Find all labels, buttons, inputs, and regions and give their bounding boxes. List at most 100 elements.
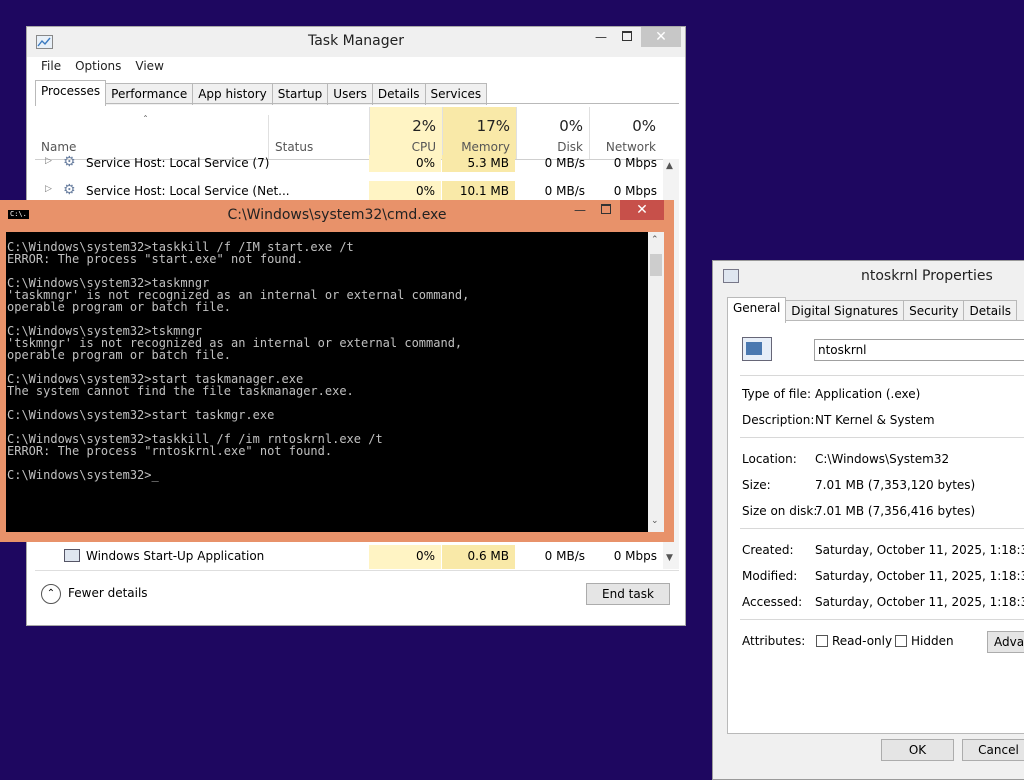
console-area[interactable]: C:\Windows\system32>taskkill /f /IM star… — [6, 232, 648, 532]
column-name[interactable]: Name — [41, 140, 76, 154]
modified-value: Saturday, October 11, 2025, 1:18:38 AM — [815, 569, 1024, 583]
tab-app-history[interactable]: App history — [192, 83, 273, 105]
ok-button[interactable]: OK — [881, 739, 954, 761]
tab-startup[interactable]: Startup — [271, 83, 329, 105]
expand-arrow-icon: ▷ — [45, 184, 52, 194]
scroll-up-icon[interactable]: ▲ — [666, 161, 673, 171]
table-row[interactable]: Windows Start-Up Application 0% 0.6 MB 0… — [35, 545, 661, 569]
app-window-icon — [64, 549, 80, 562]
cpu-cell: 0% — [369, 155, 441, 172]
properties-title-bar[interactable]: ntoskrnl Properties — [713, 261, 1024, 291]
console-scrollbar[interactable]: ⌃ ⌄ — [648, 232, 664, 532]
fewer-details-label: Fewer details — [68, 586, 148, 600]
properties-dialog: ntoskrnl Properties General Digital Sign… — [712, 260, 1024, 780]
console-line: ERROR: The process "start.exe" not found… — [7, 252, 304, 266]
gear-icon: ⚙ — [63, 182, 76, 198]
cmd-minimize-button[interactable]: — — [566, 200, 594, 220]
advanced-button[interactable]: Advan — [987, 631, 1024, 653]
scroll-down-icon[interactable]: ⌄ — [651, 516, 659, 526]
menu-file[interactable]: File — [41, 59, 61, 75]
tab-security[interactable]: Security — [903, 300, 965, 322]
location-label: Location: — [742, 452, 797, 466]
cpu-cell: 0% — [369, 545, 441, 569]
tab-general[interactable]: General — [727, 297, 787, 323]
tab-details[interactable]: Details — [963, 300, 1018, 322]
tab-details[interactable]: Details — [371, 83, 426, 105]
memory-cell: 10.1 MB — [442, 181, 515, 201]
menu-options[interactable]: Options — [75, 59, 121, 75]
created-value: Saturday, October 11, 2025, 1:18:38 AM — [815, 543, 1024, 557]
cmd-maximize-button[interactable] — [592, 200, 620, 220]
disk-cell: 0 MB/s — [544, 156, 585, 170]
console-line: operable program or batch file. — [7, 348, 231, 362]
memory-label: Memory — [461, 140, 510, 154]
cmd-close-button[interactable]: ✕ — [620, 200, 664, 220]
hidden-checkbox[interactable] — [895, 635, 907, 647]
process-name: Service Host: Local Service (7) — [86, 156, 270, 170]
separator — [740, 437, 1024, 438]
file-name-field[interactable] — [814, 339, 1024, 361]
column-disk[interactable]: 0% Disk — [516, 107, 589, 159]
console-line: The system cannot find the file taskmana… — [7, 384, 354, 398]
network-label: Network — [605, 140, 656, 154]
tab-performance[interactable]: Performance — [105, 83, 194, 105]
cpu-cell: 0% — [369, 181, 441, 201]
memory-total: 17% — [476, 117, 510, 135]
network-cell: 0 Mbps — [613, 184, 657, 198]
column-header: ˆ Name Status 2% CPU 17% Memory 0% Disk … — [35, 107, 675, 160]
console-output: C:\Windows\system32>taskkill /f /IM star… — [7, 241, 469, 481]
cmd-window: C:\. C:\Windows\system32\cmd.exe — ✕ C:\… — [0, 200, 674, 542]
process-name: Service Host: Local Service (Net... — [86, 184, 290, 198]
memory-cell: 0.6 MB — [442, 545, 515, 569]
scroll-down-icon[interactable]: ▼ — [666, 553, 673, 563]
menu-view[interactable]: View — [135, 59, 163, 75]
console-line: C:\Windows\system32>start taskmgr.exe — [7, 408, 275, 422]
close-button[interactable]: ✕ — [641, 27, 681, 47]
table-row[interactable]: ▷ ⚙ Service Host: Local Service (7) 0% 5… — [35, 155, 661, 172]
description-value: NT Kernel & System — [815, 413, 935, 427]
scroll-up-icon[interactable]: ⌃ — [651, 235, 659, 245]
chevron-up-icon: ⌃ — [41, 584, 61, 604]
column-sep — [268, 115, 269, 159]
tab-digital-signatures[interactable]: Digital Signatures — [785, 300, 905, 322]
console-line: operable program or batch file. — [7, 300, 231, 314]
tab-divider — [35, 103, 679, 104]
column-status[interactable]: Status — [275, 140, 313, 154]
column-memory[interactable]: 17% Memory — [442, 107, 516, 159]
disk-cell: 0 MB/s — [544, 184, 585, 198]
properties-file-icon — [723, 269, 739, 283]
tab-services[interactable]: Services — [424, 83, 488, 105]
tab-processes[interactable]: Processes — [35, 80, 107, 106]
accessed-value: Saturday, October 11, 2025, 1:18:38 AM — [815, 595, 1024, 609]
readonly-checkbox[interactable] — [816, 635, 828, 647]
column-cpu[interactable]: 2% CPU — [369, 107, 442, 159]
accessed-label: Accessed: — [742, 595, 803, 609]
maximize-icon — [622, 31, 632, 41]
cmd-title-bar[interactable]: C:\. C:\Windows\system32\cmd.exe — ✕ — [0, 200, 674, 230]
memory-cell: 5.3 MB — [442, 155, 515, 172]
expand-arrow-icon: ▷ — [45, 156, 52, 166]
disk-cell: 0 MB/s — [544, 549, 585, 563]
table-row[interactable]: ▷ ⚙ Service Host: Local Service (Net... … — [35, 181, 661, 201]
cancel-button[interactable]: Cancel — [962, 739, 1024, 761]
column-network[interactable]: 0% Network — [589, 107, 662, 159]
minimize-button[interactable]: — — [587, 27, 615, 47]
created-label: Created: — [742, 543, 794, 557]
tab-users[interactable]: Users — [327, 83, 373, 105]
title-bar[interactable]: Task Manager — ✕ — [27, 27, 685, 57]
console-line: ERROR: The process "rntoskrnl.exe" not f… — [7, 444, 333, 458]
maximize-button[interactable] — [613, 27, 641, 47]
footer-divider — [35, 570, 679, 571]
readonly-label[interactable]: Read-only — [832, 634, 892, 648]
modified-label: Modified: — [742, 569, 798, 583]
end-task-button[interactable]: End task — [586, 583, 670, 605]
description-label: Description: — [742, 413, 815, 427]
size-on-disk-label: Size on disk: — [742, 504, 818, 518]
network-cell: 0 Mbps — [613, 549, 657, 563]
cpu-label: CPU — [411, 140, 436, 154]
scroll-thumb[interactable] — [650, 254, 662, 276]
network-cell: 0 Mbps — [613, 156, 657, 170]
type-label: Type of file: — [742, 387, 812, 401]
console-line: C:\Windows\system32>_ — [7, 468, 159, 482]
hidden-label[interactable]: Hidden — [911, 634, 954, 648]
